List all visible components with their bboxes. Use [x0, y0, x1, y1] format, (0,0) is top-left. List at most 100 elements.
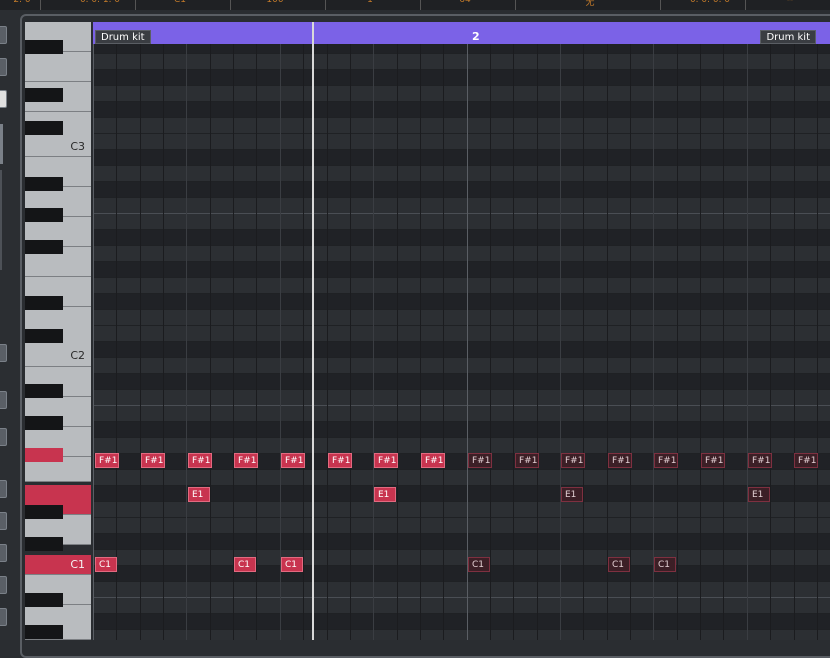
piano-black-key[interactable] — [25, 40, 63, 54]
tool-button[interactable] — [0, 58, 7, 76]
note-grid[interactable] — [93, 22, 830, 640]
midi-note[interactable]: F#1 — [748, 453, 772, 468]
piano-black-key[interactable] — [25, 416, 63, 430]
pitch-row — [93, 582, 830, 598]
grid-line — [443, 22, 444, 640]
grid-line — [700, 22, 701, 640]
info-value[interactable]: 100 — [245, 0, 305, 9]
pitch-row — [93, 70, 830, 86]
piano-black-key[interactable] — [25, 121, 63, 135]
info-value[interactable]: C1 — [150, 0, 210, 9]
pitch-row — [93, 438, 830, 454]
midi-note[interactable]: F#1 — [188, 453, 212, 468]
midi-note[interactable]: E1 — [748, 487, 770, 502]
pitch-row — [93, 134, 830, 150]
info-value[interactable]: -- — [760, 0, 820, 9]
midi-note[interactable]: F#1 — [421, 453, 445, 468]
part-ruler[interactable]: Drum kit 2 Drum kit — [93, 22, 830, 44]
tool-button[interactable] — [0, 544, 7, 562]
pitch-row — [93, 518, 830, 534]
midi-note[interactable]: F#1 — [281, 453, 305, 468]
tool-button[interactable] — [0, 480, 7, 498]
midi-note[interactable]: F#1 — [374, 453, 398, 468]
grid-line — [583, 22, 584, 640]
piano-black-key[interactable] — [25, 384, 63, 398]
piano-black-key[interactable] — [25, 296, 63, 310]
midi-note[interactable]: F#1 — [608, 453, 632, 468]
pitch-row — [93, 566, 830, 582]
piano-black-key[interactable] — [25, 537, 63, 551]
midi-note[interactable]: F#1 — [95, 453, 119, 468]
midi-note[interactable]: F#1 — [561, 453, 585, 468]
info-value[interactable]: 0. 0. 0. 0 — [670, 0, 750, 9]
grid-line — [233, 22, 234, 640]
midi-note[interactable]: F#1 — [794, 453, 818, 468]
piano-white-key-c1[interactable]: C1 — [25, 555, 91, 575]
tool-button[interactable] — [0, 344, 7, 362]
menu-dots-button[interactable] — [0, 512, 7, 530]
grid-line — [256, 22, 257, 640]
tool-button[interactable] — [0, 391, 7, 409]
info-value[interactable]: 1 — [340, 0, 400, 9]
tool-button[interactable] — [0, 428, 7, 446]
tool-button[interactable] — [0, 90, 7, 108]
midi-note[interactable]: C1 — [95, 557, 117, 572]
midi-note[interactable]: F#1 — [141, 453, 165, 468]
midi-note[interactable]: C1 — [468, 557, 490, 572]
pitch-row — [93, 550, 830, 566]
info-value[interactable]: 无 — [560, 0, 620, 9]
piano-keyboard[interactable]: C3 C2 C1 — [25, 22, 91, 640]
divider — [420, 0, 421, 10]
piano-black-key[interactable] — [25, 240, 63, 254]
grid-line — [467, 22, 468, 640]
midi-note[interactable]: E1 — [561, 487, 583, 502]
pitch-row — [93, 470, 830, 486]
info-value[interactable]: 0. 0. 1. 0 — [60, 0, 140, 9]
divider — [40, 0, 41, 10]
bar-number: 2 — [472, 30, 480, 43]
piano-black-key[interactable] — [25, 329, 63, 343]
part-label-right: Drum kit — [760, 30, 816, 44]
tool-button[interactable] — [0, 576, 7, 594]
pitch-row — [93, 358, 830, 374]
midi-note[interactable]: C1 — [608, 557, 630, 572]
piano-black-key-fs1[interactable] — [25, 448, 63, 462]
piano-black-key[interactable] — [25, 88, 63, 102]
midi-note[interactable]: C1 — [654, 557, 676, 572]
tool-button[interactable] — [0, 608, 7, 626]
midi-note[interactable]: F#1 — [515, 453, 539, 468]
part-label-left: Drum kit — [95, 30, 151, 44]
midi-note[interactable]: F#1 — [468, 453, 492, 468]
piano-black-key[interactable] — [25, 505, 63, 519]
piano-black-key[interactable] — [25, 177, 63, 191]
info-value[interactable]: 64 — [435, 0, 495, 9]
grid-line — [303, 22, 304, 640]
midi-note[interactable]: F#1 — [234, 453, 258, 468]
grid-line — [210, 22, 211, 640]
midi-note[interactable]: F#1 — [328, 453, 352, 468]
grid-line — [607, 22, 608, 640]
divider — [745, 0, 746, 10]
slider-track[interactable] — [0, 170, 2, 270]
pitch-row — [93, 326, 830, 342]
pitch-row — [93, 534, 830, 550]
piano-black-key[interactable] — [25, 208, 63, 222]
scroll-handle[interactable] — [0, 124, 3, 164]
midi-note[interactable]: E1 — [188, 487, 210, 502]
playhead-cursor[interactable] — [312, 22, 314, 640]
grid-line — [116, 22, 117, 640]
midi-note[interactable]: E1 — [374, 487, 396, 502]
piano-black-key[interactable] — [25, 593, 63, 607]
midi-note[interactable]: C1 — [281, 557, 303, 572]
pitch-row — [93, 374, 830, 390]
divider — [325, 0, 326, 10]
piano-white-key[interactable] — [25, 52, 91, 82]
midi-note[interactable]: F#1 — [654, 453, 678, 468]
tool-button[interactable] — [0, 26, 7, 44]
pitch-row — [93, 294, 830, 310]
midi-note[interactable]: C1 — [234, 557, 256, 572]
piano-black-key[interactable] — [25, 625, 63, 639]
midi-note[interactable]: F#1 — [701, 453, 725, 468]
info-value[interactable]: 2. 0 — [2, 0, 42, 9]
grid-line — [373, 22, 374, 640]
